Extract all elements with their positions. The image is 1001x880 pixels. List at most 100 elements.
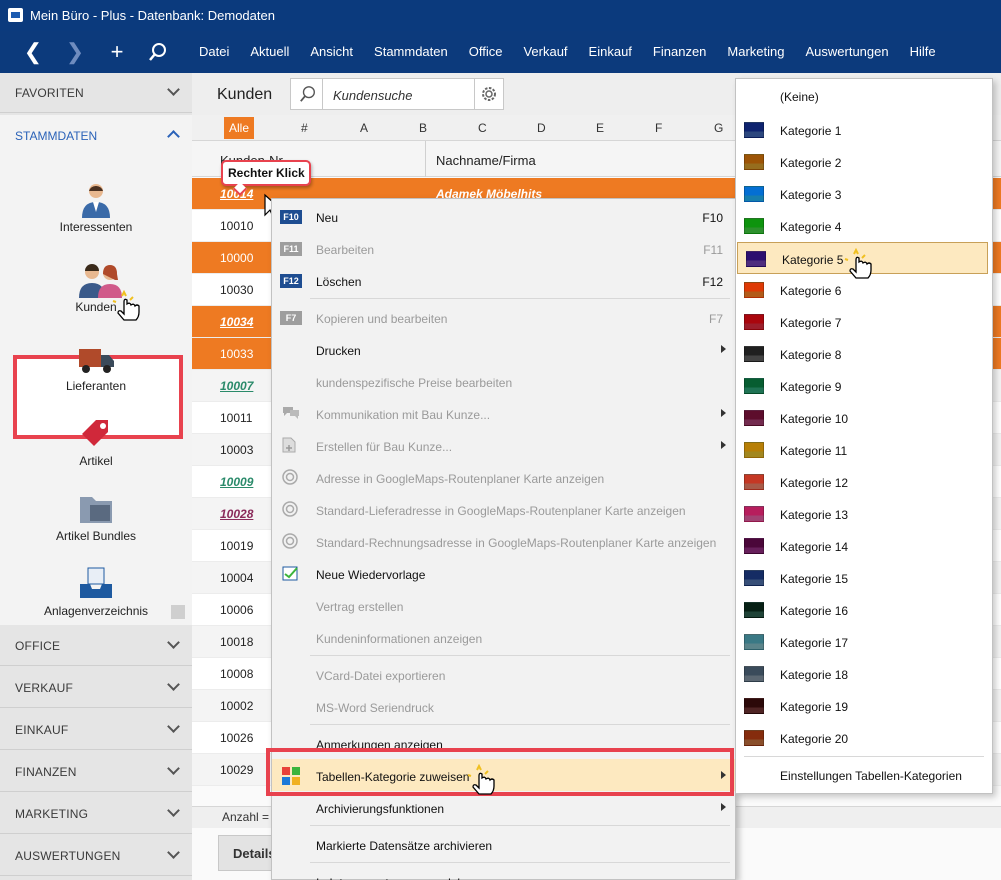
menu-item-einkauf[interactable]: Einkauf <box>589 44 632 59</box>
category-item-13[interactable]: Kategorie 13 <box>736 498 992 530</box>
menu-item-aktuell[interactable]: Aktuell <box>250 44 289 59</box>
filter-letter-button[interactable]: C <box>478 121 487 135</box>
search-box[interactable]: Kundensuche <box>290 78 502 110</box>
sidebar-item-label: Artikel <box>79 454 113 468</box>
category-label: (Keine) <box>780 90 819 104</box>
category-item-17[interactable]: Kategorie 17 <box>736 626 992 658</box>
category-item-12[interactable]: Kategorie 12 <box>736 466 992 498</box>
context-menu-item-13: Vertrag erstellen <box>272 589 735 621</box>
category-item-11[interactable]: Kategorie 11 <box>736 434 992 466</box>
category-item-1[interactable]: Kategorie 1 <box>736 114 992 146</box>
filter-letter-button[interactable]: D <box>537 121 546 135</box>
menu-item-ansicht[interactable]: Ansicht <box>310 44 353 59</box>
details-label: Details <box>233 846 276 861</box>
sidebar-section-auswertungen[interactable]: AUSWERTUNGEN <box>0 836 192 876</box>
category-item-2[interactable]: Kategorie 2 <box>736 146 992 178</box>
sidebar-item-lieferanten[interactable]: Lieferanten <box>0 337 192 409</box>
search-button[interactable] <box>144 39 172 65</box>
menu-item-auswertungen[interactable]: Auswertungen <box>805 44 888 59</box>
menu-separator <box>744 756 984 757</box>
category-item-20[interactable]: Kategorie 20 <box>736 722 992 754</box>
category-item-9[interactable]: Kategorie 9 <box>736 370 992 402</box>
menu-bar: Datei Aktuell Ansicht Stammdaten Office Verka… <box>199 44 957 59</box>
chevron-up-icon[interactable] <box>167 130 180 143</box>
category-item-19[interactable]: Kategorie 19 <box>736 690 992 722</box>
customer-number: 10002 <box>220 699 254 713</box>
search-settings-button[interactable] <box>474 78 504 110</box>
section-label: VERKAUF <box>15 681 74 695</box>
add-button[interactable]: + <box>103 39 131 65</box>
details-tab[interactable]: Details <box>218 835 278 871</box>
menu-item-label: Markierte Datensätze archivieren <box>316 839 493 853</box>
menu-item-shortcut: F7 <box>708 312 723 326</box>
hand-cursor-icon <box>844 248 872 279</box>
menu-item-hilfe[interactable]: Hilfe <box>910 44 936 59</box>
customer-number: 10034 <box>220 315 254 329</box>
category-item-3[interactable]: Kategorie 3 <box>736 178 992 210</box>
sidebar-section-marketing[interactable]: MARKETING <box>0 794 192 834</box>
app-icon <box>8 8 23 22</box>
sidebar-item-artikel[interactable]: Artikel <box>0 412 192 484</box>
sidebar-item-anlagenverzeichnis[interactable]: Anlagenverzeichnis <box>0 562 192 634</box>
category-color-swatch <box>744 122 764 138</box>
category-none[interactable]: (Keine) <box>736 80 992 112</box>
sidebar-item-interessenten[interactable]: Interessenten <box>0 178 192 250</box>
forward-button[interactable]: ❯ <box>61 39 89 65</box>
context-menu-item-5[interactable]: Drucken <box>272 333 735 365</box>
menu-item-datei[interactable]: Datei <box>199 44 229 59</box>
filter-letter-button[interactable]: G <box>714 121 723 135</box>
context-menu-item-2[interactable]: F12 Löschen F12 <box>272 264 735 296</box>
search-input[interactable]: Kundensuche <box>333 88 413 103</box>
menu-item-office[interactable]: Office <box>469 44 503 59</box>
category-item-8[interactable]: Kategorie 8 <box>736 338 992 370</box>
menu-item-stammdaten[interactable]: Stammdaten <box>374 44 448 59</box>
section-label[interactable]: STAMMDATEN <box>15 129 97 143</box>
category-item-7[interactable]: Kategorie 7 <box>736 306 992 338</box>
category-item-18[interactable]: Kategorie 18 <box>736 658 992 690</box>
category-color-swatch <box>744 314 764 330</box>
menu-item-shortcut: F12 <box>702 275 723 289</box>
menu-item-label: kundenspezifische Preise bearbeiten <box>316 376 513 390</box>
menu-separator <box>310 862 730 863</box>
filter-letter-button[interactable]: A <box>360 121 368 135</box>
category-item-14[interactable]: Kategorie 14 <box>736 530 992 562</box>
category-item-4[interactable]: Kategorie 4 <box>736 210 992 242</box>
category-label: Kategorie 9 <box>780 380 842 394</box>
menu-item-finanzen[interactable]: Finanzen <box>653 44 706 59</box>
collapse-button[interactable] <box>171 605 185 619</box>
context-menu-item-0[interactable]: F10 Neu F10 <box>272 200 735 232</box>
sidebar-item-artikel-bundles[interactable]: Artikel Bundles <box>0 487 192 559</box>
filter-all-button[interactable]: Alle <box>224 117 254 139</box>
hand-cursor-icon <box>467 764 495 795</box>
customer-number: 10007 <box>220 379 254 393</box>
context-menu-item-12[interactable]: Neue Wiedervorlage <box>272 557 735 589</box>
sidebar-section-favoriten[interactable]: FAVORITEN <box>0 73 192 113</box>
category-item-15[interactable]: Kategorie 15 <box>736 562 992 594</box>
column-header-name[interactable]: Nachname/Firma <box>436 153 536 168</box>
filter-letter-button[interactable]: # <box>301 121 308 135</box>
sidebar-section-einkauf[interactable]: EINKAUF <box>0 710 192 750</box>
back-button[interactable]: ❮ <box>19 39 47 65</box>
menu-item-verkauf[interactable]: Verkauf <box>523 44 567 59</box>
customer-number: 10009 <box>220 475 254 489</box>
category-settings[interactable]: Einstellungen Tabellen-Kategorien <box>736 759 992 791</box>
category-item-10[interactable]: Kategorie 10 <box>736 402 992 434</box>
category-color-swatch <box>744 410 764 426</box>
menu-item-marketing[interactable]: Marketing <box>727 44 784 59</box>
menu-separator <box>310 825 730 826</box>
sidebar-section-office[interactable]: OFFICE <box>0 626 192 666</box>
category-item-16[interactable]: Kategorie 16 <box>736 594 992 626</box>
new-doc-icon <box>282 437 298 453</box>
menu-item-label: VCard-Datei exportieren <box>316 669 446 683</box>
menu-item-label: MS-Word Seriendruck <box>316 701 434 715</box>
sidebar-item-kunden[interactable]: Kunden <box>0 258 192 330</box>
category-label: Einstellungen Tabellen-Kategorien <box>780 769 962 783</box>
sidebar-section-finanzen[interactable]: FINANZEN <box>0 752 192 792</box>
context-menu-item-25[interactable]: In Interessenten umwandeln <box>272 865 735 880</box>
filter-letter-button[interactable]: B <box>419 121 427 135</box>
sidebar-section-verkauf[interactable]: VERKAUF <box>0 668 192 708</box>
filter-letter-button[interactable]: E <box>596 121 604 135</box>
filter-letter-button[interactable]: F <box>655 121 662 135</box>
category-label: Kategorie 1 <box>780 124 842 138</box>
context-menu-item-23[interactable]: Markierte Datensätze archivieren <box>272 828 735 860</box>
